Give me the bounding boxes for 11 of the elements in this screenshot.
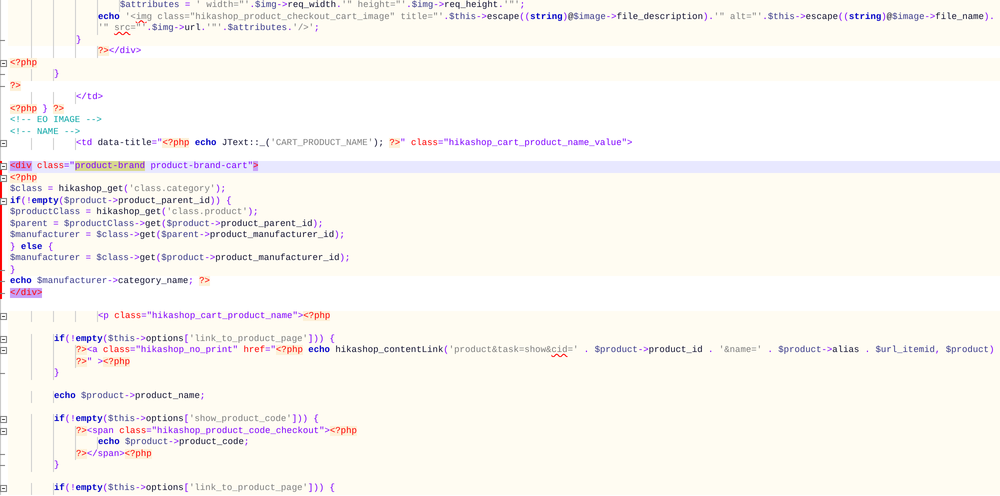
fold-minus-icon[interactable]	[0, 416, 7, 423]
fold-minus-icon[interactable]	[0, 312, 7, 320]
fold-minus-icon[interactable]	[0, 60, 7, 66]
fold-minus-icon[interactable]	[0, 163, 7, 170]
fold-minus-icon[interactable]	[0, 347, 7, 354]
fold-minus-icon[interactable]	[0, 198, 7, 204]
fold-minus-icon[interactable]	[0, 428, 7, 434]
fold-minus-icon[interactable]	[0, 174, 7, 182]
fold-minus-icon[interactable]	[0, 140, 7, 147]
fold-minus-icon[interactable]	[0, 485, 7, 492]
fold-minus-icon[interactable]	[0, 336, 7, 342]
